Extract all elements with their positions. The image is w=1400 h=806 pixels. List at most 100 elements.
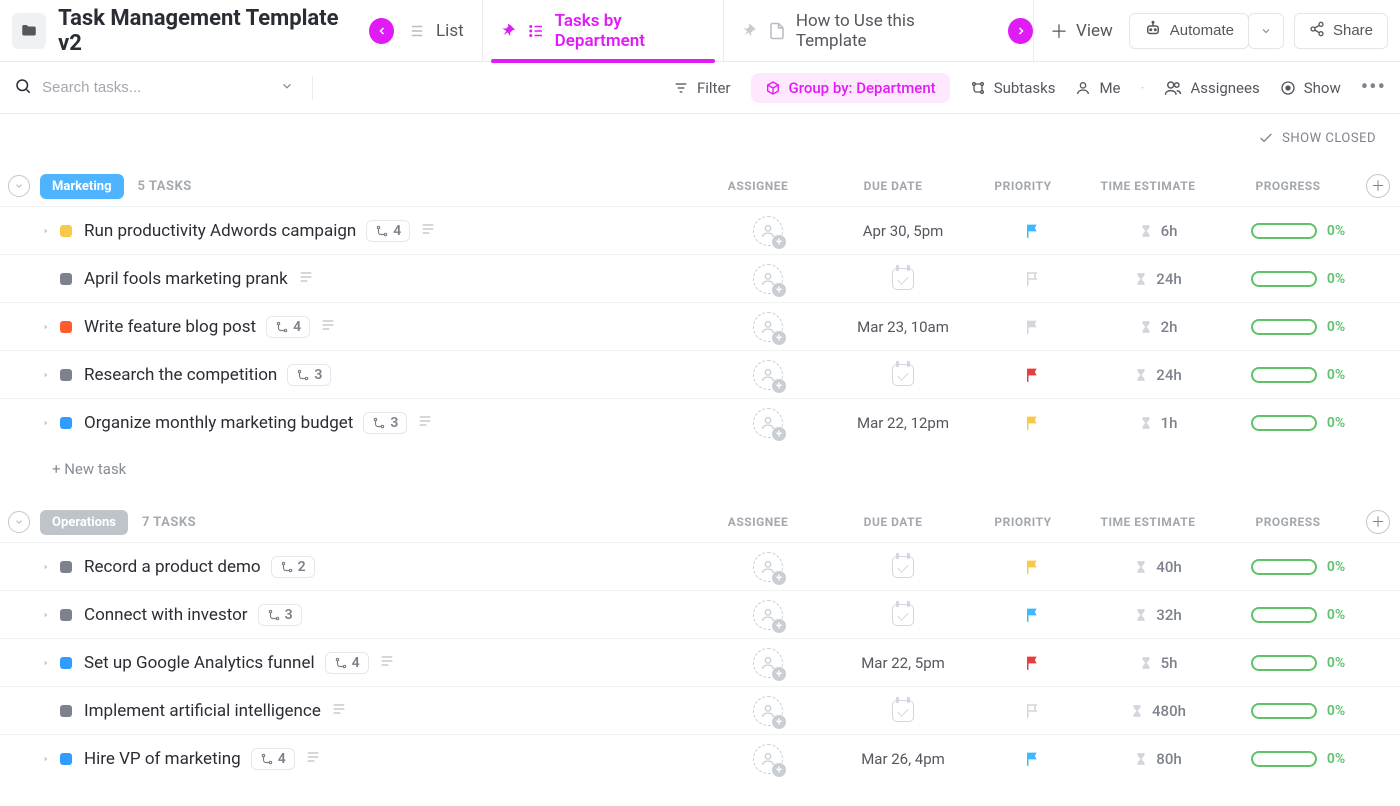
priority-flag[interactable]: [978, 318, 1088, 336]
progress[interactable]: 0%: [1228, 703, 1368, 719]
progress[interactable]: 0%: [1228, 271, 1368, 287]
assignees-button[interactable]: Assignees: [1164, 79, 1259, 97]
assignee-empty[interactable]: +: [753, 552, 783, 582]
time-estimate[interactable]: 5h: [1088, 654, 1228, 672]
task-name[interactable]: Write feature blog post: [84, 317, 256, 337]
task-row[interactable]: Connect with investor 3 + 32h 0%: [0, 590, 1400, 638]
group-chip[interactable]: Operations: [40, 510, 128, 535]
progress[interactable]: 0%: [1228, 223, 1368, 239]
progress[interactable]: 0%: [1228, 655, 1368, 671]
status-square[interactable]: [60, 561, 72, 573]
task-name[interactable]: Implement artificial intelligence: [84, 701, 321, 721]
task-name[interactable]: Set up Google Analytics funnel: [84, 653, 315, 673]
description-icon[interactable]: [420, 221, 436, 241]
task-row[interactable]: Run productivity Adwords campaign 4 + Ap…: [0, 206, 1400, 254]
add-column-button[interactable]: ＋: [1366, 510, 1390, 534]
tab-how-to[interactable]: How to Use this Template: [723, 0, 995, 62]
expand-icon[interactable]: [42, 371, 50, 379]
col-header-priority[interactable]: PRIORITY: [968, 179, 1078, 193]
assignee-empty[interactable]: +: [753, 648, 783, 678]
col-header-time[interactable]: TIME ESTIMATE: [1078, 515, 1218, 529]
subtask-count-badge[interactable]: 3: [258, 604, 302, 626]
priority-flag[interactable]: [978, 414, 1088, 432]
expand-icon[interactable]: [42, 227, 50, 235]
status-square[interactable]: [60, 417, 72, 429]
add-view-button[interactable]: ＋ View: [1033, 0, 1129, 62]
automate-button[interactable]: Automate: [1129, 13, 1249, 49]
filter-button[interactable]: Filter: [673, 79, 731, 97]
expand-icon[interactable]: [42, 323, 50, 331]
automate-dropdown[interactable]: [1248, 13, 1284, 49]
assignee-empty[interactable]: +: [753, 360, 783, 390]
subtask-count-badge[interactable]: 4: [266, 316, 310, 338]
expand-icon[interactable]: [42, 419, 50, 427]
tab-list[interactable]: List: [394, 0, 482, 62]
group-by-button[interactable]: Group by: Department: [751, 73, 950, 103]
group-chip[interactable]: Marketing: [40, 174, 124, 199]
time-estimate[interactable]: 40h: [1088, 558, 1228, 576]
subtask-count-badge[interactable]: 3: [363, 412, 407, 434]
status-square[interactable]: [60, 705, 72, 717]
time-estimate[interactable]: 24h: [1088, 366, 1228, 384]
folder-icon[interactable]: [12, 13, 46, 49]
collapse-group-button[interactable]: [8, 511, 30, 533]
task-row[interactable]: Set up Google Analytics funnel 4 + Mar 2…: [0, 638, 1400, 686]
due-date[interactable]: Mar 23, 10am: [857, 318, 949, 336]
due-date-empty[interactable]: [892, 364, 914, 386]
task-row[interactable]: Implement artificial intelligence + 480h…: [0, 686, 1400, 734]
due-date[interactable]: Mar 22, 12pm: [857, 414, 949, 432]
add-column-button[interactable]: ＋: [1366, 174, 1390, 198]
show-closed-toggle[interactable]: SHOW CLOSED: [0, 114, 1400, 162]
me-button[interactable]: Me: [1075, 79, 1120, 97]
tab-tasks-by-department[interactable]: Tasks by Department: [482, 0, 723, 62]
subtask-count-badge[interactable]: 4: [366, 220, 410, 242]
priority-flag[interactable]: [978, 702, 1088, 720]
assignee-empty[interactable]: +: [753, 600, 783, 630]
description-icon[interactable]: [320, 317, 336, 337]
priority-flag[interactable]: [978, 558, 1088, 576]
col-header-progress[interactable]: PROGRESS: [1218, 515, 1358, 529]
new-task-button[interactable]: + New task: [0, 446, 1400, 478]
status-square[interactable]: [60, 657, 72, 669]
time-estimate[interactable]: 80h: [1088, 750, 1228, 768]
task-name[interactable]: Organize monthly marketing budget: [84, 413, 353, 433]
share-button[interactable]: Share: [1294, 13, 1388, 49]
collapse-group-button[interactable]: [8, 175, 30, 197]
col-header-time[interactable]: TIME ESTIMATE: [1078, 179, 1218, 193]
task-name[interactable]: Connect with investor: [84, 605, 248, 625]
status-square[interactable]: [60, 753, 72, 765]
description-icon[interactable]: [379, 653, 395, 673]
task-row[interactable]: Record a product demo 2 + 40h 0%: [0, 542, 1400, 590]
assignee-empty[interactable]: +: [753, 312, 783, 342]
chevron-down-icon[interactable]: [280, 79, 294, 97]
due-date[interactable]: Mar 26, 4pm: [861, 750, 945, 768]
col-header-due[interactable]: DUE DATE: [818, 179, 968, 193]
page-title[interactable]: Task Management Template v2: [58, 6, 351, 56]
more-icon[interactable]: •••: [1361, 75, 1386, 100]
progress[interactable]: 0%: [1228, 559, 1368, 575]
progress[interactable]: 0%: [1228, 367, 1368, 383]
priority-flag[interactable]: [978, 606, 1088, 624]
priority-flag[interactable]: [978, 366, 1088, 384]
description-icon[interactable]: [331, 701, 347, 721]
next-view-button[interactable]: [1008, 18, 1033, 44]
description-icon[interactable]: [417, 413, 433, 433]
assignee-empty[interactable]: +: [753, 216, 783, 246]
expand-icon[interactable]: [42, 611, 50, 619]
task-row[interactable]: Organize monthly marketing budget 3 + Ma…: [0, 398, 1400, 446]
assignee-empty[interactable]: +: [753, 408, 783, 438]
subtask-count-badge[interactable]: 4: [251, 748, 295, 770]
due-date-empty[interactable]: [892, 268, 914, 290]
progress[interactable]: 0%: [1228, 415, 1368, 431]
search-wrap[interactable]: [14, 77, 294, 99]
subtask-count-badge[interactable]: 3: [287, 364, 331, 386]
status-square[interactable]: [60, 273, 72, 285]
due-date-empty[interactable]: [892, 700, 914, 722]
description-icon[interactable]: [305, 749, 321, 769]
time-estimate[interactable]: 32h: [1088, 606, 1228, 624]
time-estimate[interactable]: 24h: [1088, 270, 1228, 288]
due-date[interactable]: Apr 30, 5pm: [863, 222, 944, 240]
task-row[interactable]: April fools marketing prank + 24h 0%: [0, 254, 1400, 302]
description-icon[interactable]: [298, 269, 314, 289]
task-row[interactable]: Hire VP of marketing 4 + Mar 26, 4pm 80h…: [0, 734, 1400, 782]
